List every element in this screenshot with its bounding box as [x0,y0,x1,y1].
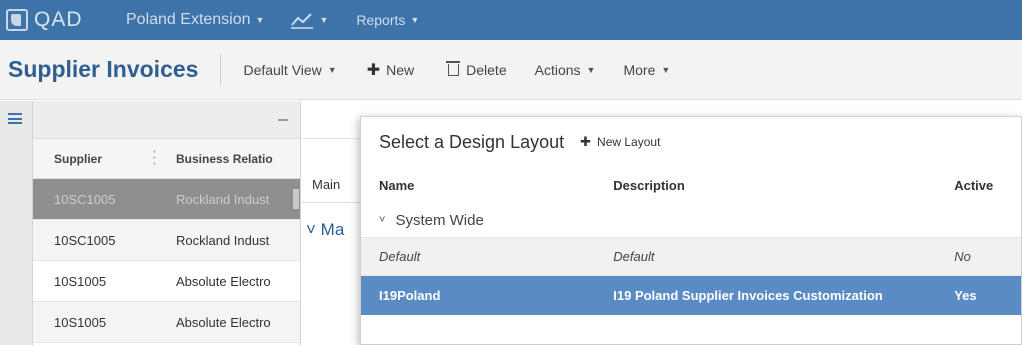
cell-supplier: 10S1005 [54,273,107,289]
list-view-icon[interactable] [8,113,22,124]
column-header-label: Supplier [54,151,103,166]
line-chart-icon [291,13,314,29]
layout-description: I19 Poland Supplier Invoices Customizati… [613,288,883,303]
column-header-name[interactable]: Name [361,178,613,193]
tab-main[interactable]: Main [312,177,340,192]
trash-icon [446,60,461,76]
new-button[interactable]: ✚ New [367,60,414,80]
caret-down-icon: ▼ [410,15,420,25]
layout-row-default[interactable]: Default Default No [361,237,1021,276]
layout-row-i19poland[interactable]: I19Poland I19 Poland Supplier Invoices C… [361,276,1021,315]
plus-icon: ✚ [580,134,592,149]
column-header-business-relation[interactable]: Business Relatio [173,152,273,166]
header-divider [220,53,222,86]
grid-scrollbar[interactable] [293,189,299,209]
tab-divider [302,202,364,203]
layout-name: Default [379,249,421,264]
caret-down-icon: ▼ [661,64,671,75]
page-title: Supplier Invoices [8,56,199,82]
actions-menu-button[interactable]: Actions ▼ [535,62,596,78]
top-nav-bar: QAD Poland Extension ▼ ▼ Reports ▼ [0,0,1022,40]
actions-label: Actions [534,61,581,78]
section-header-main[interactable]: ˅ Ma [306,220,344,240]
group-label: System Wide [395,211,484,229]
delete-label: Delete [466,61,507,78]
supplier-grid: Supplier · · · Business Relatio 10SC1005 R… [33,101,301,345]
delete-button[interactable]: Delete [446,60,507,78]
layout-name: I19Poland [379,288,441,303]
nav-reports[interactable]: Reports ▼ [356,12,419,28]
group-system-wide[interactable]: ˅ System Wide [361,203,1021,237]
cell-supplier: 10SC1005 [54,232,116,248]
view-selector-button[interactable]: Default View ▼ [243,62,336,78]
layout-active: Yes [954,288,977,303]
nav-extension-label: Poland Extension [126,11,251,28]
page-header: Supplier Invoices Default View ▼ ✚ New D… [0,40,1022,100]
new-label: New [386,61,415,78]
table-row[interactable]: 10SC1005 Rockland Indust [33,179,300,220]
cell-business-relation: Rockland Indust [176,232,270,248]
dialog-title: Select a Design Layout [379,131,565,152]
left-toolbar [0,101,33,345]
caret-down-icon: ▼ [327,64,337,75]
dialog-title-row: Select a Design Layout ✚ New Layout [361,117,1021,167]
column-menu-icon[interactable]: · · · [153,145,157,170]
caret-down-icon: ▼ [255,15,265,25]
column-header-description[interactable]: Description [613,178,954,193]
grid-header-row: Supplier · · · Business Relatio [33,139,300,179]
caret-down-icon: ▼ [586,64,596,75]
cell-supplier: 10SC1005 [54,191,116,207]
new-layout-label: New Layout [597,135,661,149]
chevron-down-icon: ˅ [306,220,316,239]
nav-reports-label: Reports [356,12,406,28]
cell-business-relation: Rockland Indust [176,191,270,207]
plus-icon: ✚ [366,61,381,79]
minimize-icon[interactable] [278,119,288,121]
qad-logo[interactable]: QAD [6,8,108,32]
section-label: Ma [320,220,345,239]
nav-poland-extension[interactable]: Poland Extension ▼ [126,11,264,29]
cell-business-relation: Absolute Electro [176,314,271,330]
view-label: Default View [243,61,322,78]
nav-charts-menu[interactable]: ▼ [290,11,328,29]
caret-down-icon: ▼ [319,15,329,25]
layout-active: No [954,249,971,264]
column-header-label: Business Relatio [176,151,273,166]
column-header-active[interactable]: Active [954,178,1021,193]
cell-supplier: 10S1005 [54,314,107,330]
more-label: More [623,61,656,78]
layout-table-header: Name Description Active [361,167,1021,203]
layout-description: Default [613,249,655,264]
chevron-down-icon: ˅ [379,214,386,226]
grid-toolbar [33,101,300,139]
logo-text: QAD [34,8,83,31]
table-row[interactable]: 10SC1005 Rockland Indust [33,220,300,261]
more-menu-button[interactable]: More ▼ [623,62,670,78]
design-layout-dialog: Select a Design Layout ✚ New Layout Name… [360,116,1022,345]
new-layout-button[interactable]: ✚ New Layout [580,134,660,150]
qad-logo-icon [6,9,28,31]
table-row[interactable]: 10S1005 Absolute Electro [33,261,300,302]
column-header-supplier[interactable]: Supplier · · · [33,145,173,170]
table-row[interactable]: 10S1005 Absolute Electro [33,302,300,343]
cell-business-relation: Absolute Electro [176,273,271,289]
